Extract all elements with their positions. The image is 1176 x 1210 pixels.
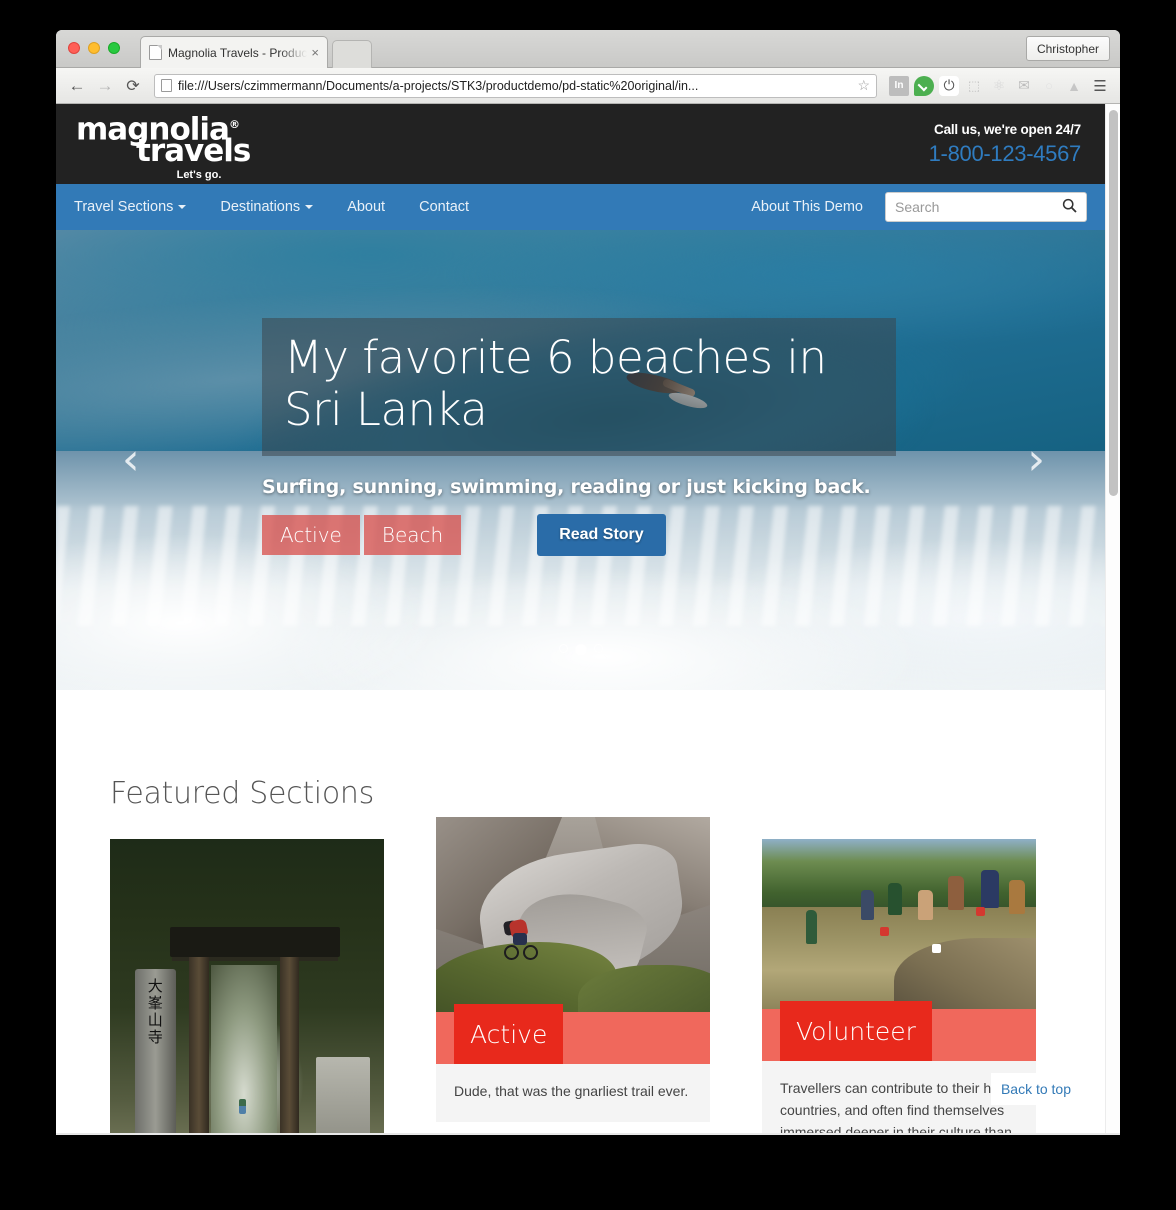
power-extension-icon[interactable]: ⏻	[939, 75, 959, 96]
close-window-button[interactable]	[68, 42, 80, 54]
nav-item-label: Travel Sections	[74, 199, 174, 215]
logo-line-1: magnolia	[76, 111, 230, 148]
hero-content: My favorite 6 beaches in Sri Lanka Surfi…	[262, 318, 922, 556]
hero-subtitle: Surfing, sunning, swimming, reading or j…	[262, 476, 871, 498]
browser-tab[interactable]: Magnolia Travels - Product ×	[140, 36, 328, 68]
chevron-down-icon	[305, 205, 314, 209]
nav-item-about[interactable]: About	[347, 199, 385, 215]
registered-mark-icon: ®	[228, 118, 240, 131]
address-bar[interactable]: file:///Users/czimmermann/Documents/a-pr…	[154, 73, 877, 98]
circle-extension-icon[interactable]: ○	[1039, 76, 1059, 96]
card-description: Dude, that was the gnarliest trail ever.	[436, 1064, 710, 1122]
page-favicon	[149, 45, 162, 60]
file-icon	[161, 79, 172, 92]
logo-tagline: Let's go.	[176, 169, 222, 182]
address-bar-url: file:///Users/czimmermann/Documents/a-pr…	[178, 78, 699, 93]
back-to-top-link[interactable]: Back to top	[990, 1073, 1081, 1105]
maximize-window-button[interactable]	[108, 42, 120, 54]
nav-item-contact[interactable]: Contact	[419, 199, 469, 215]
mail-extension-icon[interactable]: ✉	[1014, 76, 1034, 96]
page-scrollbar-thumb[interactable]	[1109, 110, 1118, 496]
browser-window: Magnolia Travels - Product × Christopher…	[56, 30, 1120, 1135]
extension-bar: In ⏻ ⬚ ⚛ ✉ ○ ▲	[885, 75, 1084, 96]
carousel-dot-2[interactable]	[574, 644, 587, 656]
drive-extension-icon[interactable]: ▲	[1064, 76, 1084, 96]
carousel-dot-3[interactable]	[593, 644, 603, 653]
volunteer-river-photo[interactable]	[762, 839, 1036, 1009]
hero-carousel: ‹ › My favorite 6 beaches in Sri Lanka S…	[56, 230, 1105, 690]
code-file-extension-icon[interactable]: ⬚	[964, 76, 984, 96]
reload-icon[interactable]: ⟳	[120, 73, 146, 99]
carousel-prev-icon[interactable]: ‹	[122, 438, 140, 482]
hangouts-extension-icon[interactable]	[914, 75, 934, 96]
header-contact: Call us, we're open 24/7 1-800-123-4567	[929, 122, 1082, 167]
browser-toolbar: ← → ⟳ file:///Users/czimmermann/Document…	[56, 68, 1120, 104]
forward-icon[interactable]: →	[92, 73, 118, 99]
linkedin-extension-icon[interactable]: In	[889, 75, 909, 96]
featured-card-active[interactable]: Active Dude, that was the gnarliest trai…	[436, 817, 710, 1133]
mountain-biker-photo[interactable]	[436, 817, 710, 1012]
call-us-label: Call us, we're open 24/7	[934, 122, 1081, 137]
browser-tab-strip: Magnolia Travels - Product × Christopher	[56, 30, 1120, 68]
page-viewport: magnolia® travels Let's go. Call us, we'…	[56, 104, 1120, 1133]
temple-gate-photo[interactable]: 大峯山寺	[110, 839, 384, 1133]
chevron-down-icon	[178, 205, 187, 209]
tab-title: Magnolia Travels - Product	[168, 45, 308, 60]
featured-card-temple[interactable]: 大峯山寺	[110, 839, 384, 1133]
read-story-button[interactable]: Read Story	[537, 514, 666, 556]
hero-title-box: My favorite 6 beaches in Sri Lanka	[262, 318, 896, 456]
temple-kanji-text: 大峯山寺	[147, 976, 163, 1046]
phone-number-link[interactable]: 1-800-123-4567	[929, 141, 1082, 167]
site-header: magnolia® travels Let's go. Call us, we'…	[56, 104, 1105, 184]
window-traffic-lights	[68, 42, 120, 54]
hero-title: My favorite 6 beaches in Sri Lanka	[284, 331, 827, 436]
hero-tag-beach[interactable]: Beach	[363, 515, 462, 555]
card-label-bar: Volunteer	[762, 1001, 1036, 1061]
site-navbar: Travel Sections Destinations About Conta…	[56, 184, 1105, 230]
carousel-next-icon[interactable]: ›	[1027, 438, 1045, 482]
page-scrollbar[interactable]	[1105, 104, 1120, 1133]
back-icon[interactable]: ←	[64, 73, 90, 99]
nav-item-travel-sections[interactable]: Travel Sections	[74, 199, 187, 215]
card-label-bar: Active	[436, 1004, 710, 1064]
mountain-biker-figure	[502, 918, 542, 961]
react-extension-icon[interactable]: ⚛	[989, 76, 1009, 96]
featured-sections: Featured Sections 大峯山寺 Active Dude, that…	[56, 690, 1105, 1133]
card-label-text: Volunteer	[796, 1016, 916, 1046]
hero-actions: Active Beach Read Story	[262, 514, 922, 556]
profile-button[interactable]: Christopher	[1025, 36, 1110, 61]
navbar-right: About This Demo	[751, 184, 1087, 230]
card-label-highlight: Volunteer	[780, 1001, 932, 1061]
carousel-dot-1[interactable]	[558, 644, 568, 653]
carousel-dots	[56, 644, 1105, 656]
hero-tag-active[interactable]: Active	[262, 515, 360, 555]
close-icon[interactable]: ×	[311, 46, 319, 59]
web-page: magnolia® travels Let's go. Call us, we'…	[56, 104, 1105, 1133]
browser-menu-icon[interactable]: ☰	[1086, 73, 1112, 99]
search-box[interactable]	[885, 192, 1087, 222]
nav-item-label: Destinations	[220, 199, 301, 215]
search-input[interactable]	[895, 199, 1062, 215]
nav-item-destinations[interactable]: Destinations	[220, 199, 314, 215]
card-label-highlight: Active	[454, 1004, 564, 1064]
card-label-text: Active	[470, 1019, 548, 1049]
site-logo[interactable]: magnolia® travels Let's go.	[74, 110, 304, 182]
featured-card-row: 大峯山寺 Active Dude, that was the gnarliest…	[56, 817, 1105, 1133]
bookmark-star-icon[interactable]: ☆	[857, 77, 870, 94]
minimize-window-button[interactable]	[88, 42, 100, 54]
search-icon[interactable]	[1062, 198, 1077, 217]
featured-sections-heading: Featured Sections	[110, 776, 374, 811]
nav-item-about-this-demo[interactable]: About This Demo	[751, 199, 863, 215]
new-tab-button[interactable]	[332, 40, 372, 68]
